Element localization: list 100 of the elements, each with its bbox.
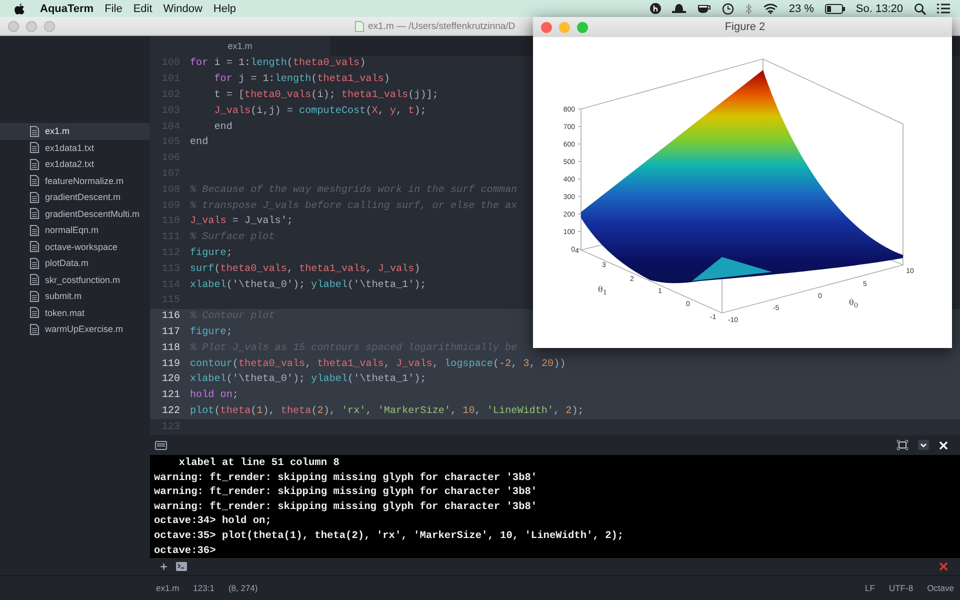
cursor-position[interactable]: 123:1 — [193, 583, 214, 593]
battery-percentage: 23 % — [788, 2, 814, 14]
file-tree-entry[interactable]: ex1.m — [0, 123, 150, 140]
console-line: warning: ft_render: skipping missing glyph for character '3b8' — [154, 472, 538, 486]
line-number: 122 — [160, 406, 181, 417]
line-number: 117 — [160, 326, 181, 338]
file-tree-entry[interactable]: plotData.m — [0, 255, 150, 272]
code-text: % Surface plot — [190, 232, 275, 244]
list-icon[interactable] — [937, 3, 950, 14]
app-name-menu[interactable]: AquaTerm — [40, 2, 94, 14]
axis-label: θ$_{1}$ — [598, 285, 608, 297]
line-number: 120 — [160, 374, 181, 386]
code-text: xlabel('\theta_0'); ylabel('\theta_1'); — [190, 280, 426, 291]
menu-item[interactable]: Window — [163, 2, 202, 14]
selection-count[interactable]: (8, 274) — [228, 583, 258, 593]
file-name: gradientDescent.m — [45, 192, 121, 202]
line-number: 118 — [160, 342, 181, 354]
letter-h-circle-icon[interactable] — [650, 3, 661, 14]
code-text: figure; — [190, 326, 232, 338]
code-text: end — [190, 137, 208, 148]
file-tree-entry[interactable]: gradientDescent.m — [0, 189, 150, 206]
file-name: normalEqn.m — [45, 225, 99, 236]
file-tree-entry[interactable]: normalEqn.m — [0, 222, 150, 238]
battery-icon[interactable] — [824, 4, 845, 14]
console-line: octave:35> plot(theta(1), theta(2), 'rx', 'MarkerSize', 10, 'LineWidth', 2); — [154, 530, 625, 544]
file-icon — [30, 324, 39, 335]
file-name: token.mat — [45, 308, 85, 318]
file-name: skr_costfunction.m — [45, 274, 120, 285]
wifi-icon[interactable] — [762, 3, 778, 14]
file-icon — [30, 307, 39, 318]
code-text: % Because of the way meshgrids work in the surf comman — [190, 184, 518, 196]
menu-item[interactable]: Edit — [133, 2, 152, 14]
apple-logo-icon[interactable] — [14, 2, 25, 14]
file-tree-entry[interactable]: skr_costfunction.m — [0, 272, 150, 288]
line-number: 116 — [160, 311, 181, 322]
menu-item[interactable]: File — [104, 2, 122, 14]
status-file-name[interactable]: ex1.m — [156, 583, 180, 593]
file-tree-entry[interactable]: submit.m — [0, 288, 150, 304]
keyboard-icon[interactable] — [155, 440, 167, 450]
file-name: octave-workspace — [45, 242, 118, 252]
document-icon — [355, 20, 364, 32]
file-icon — [30, 290, 39, 302]
terminal-icon[interactable] — [176, 562, 187, 571]
file-icon — [30, 258, 39, 269]
code-text: figure; — [190, 248, 232, 259]
file-tree-entry[interactable]: octave-workspace — [0, 238, 150, 255]
grammar-selector[interactable]: Octave — [927, 583, 954, 593]
new-terminal-button[interactable]: + — [160, 560, 168, 573]
console-line: octave:34> hold on; — [154, 515, 272, 530]
code-text: J_vals = J_vals'; — [190, 216, 293, 228]
line-number: 119 — [160, 358, 181, 370]
file-icon — [30, 274, 39, 286]
menubar-clock[interactable]: So. 13:20 — [856, 2, 903, 14]
code-text: % transpose J_vals before calling surf, or else the ax — [190, 200, 518, 212]
line-ending[interactable]: LF — [865, 583, 875, 593]
file-icon — [30, 192, 39, 203]
file-tree-entry[interactable]: token.mat — [0, 304, 150, 321]
code-text: plot(theta(1), theta(2), 'rx', 'MarkerSize', 10, 'LineWidth', 2); — [190, 406, 584, 417]
console-line: octave:36> — [154, 544, 217, 559]
file-tree-entry[interactable]: ex1data2.txt — [0, 156, 150, 172]
file-icon — [30, 224, 39, 236]
clock-icon[interactable] — [722, 2, 734, 14]
code-text: for j = 1:length(theta1_vals) — [213, 74, 390, 86]
console-line: xlabel at line 51 column 8 — [178, 457, 340, 471]
file-tree-entry[interactable]: gradientDescentMulti.m — [0, 206, 150, 222]
file-icon — [30, 142, 39, 154]
code-text: J_vals(i,j) = computeCost(X, y, t); — [213, 106, 426, 117]
file-encoding[interactable]: UTF-8 — [888, 583, 914, 593]
editor-tab[interactable]: ex1.m — [150, 36, 330, 56]
hat-icon[interactable] — [672, 3, 686, 14]
axis-label: θ$_{0}$ — [849, 298, 858, 310]
chevron-down-icon[interactable] — [918, 440, 929, 450]
console-line: warning: ft_render: skipping missing glyph for character '3b8' — [154, 500, 538, 515]
code-text: surf(theta0_vals, theta1_vals, J_vals) — [190, 264, 420, 275]
file-icon — [30, 241, 39, 252]
search-icon[interactable] — [914, 2, 926, 14]
file-name: warmUpExercise.m — [45, 324, 124, 334]
code-text: contour(theta0_vals, theta1_vals, J_vals, logspace(-2, 3, 20)) — [190, 358, 566, 370]
menu-item[interactable]: Help — [213, 2, 236, 14]
code-text: xlabel('\theta_0'); ylabel('\theta_1'); — [190, 374, 426, 386]
file-icon — [30, 208, 39, 220]
window-title: Figure 2 — [724, 21, 766, 33]
code-text: end — [213, 122, 232, 133]
file-name: ex1data2.txt — [45, 159, 94, 170]
line-number: 121 — [160, 390, 181, 402]
file-name: ex1data1.txt — [45, 142, 94, 153]
file-name: submit.m — [45, 291, 82, 302]
code-text: for i = 1:length(theta0_vals) — [190, 58, 366, 70]
file-name: gradientDescentMulti.m — [45, 208, 140, 219]
file-tree-entry[interactable]: featureNormalize.m — [0, 172, 150, 189]
bluetooth-icon[interactable] — [744, 2, 752, 14]
file-name: featureNormalize.m — [45, 176, 124, 186]
maximize-icon[interactable] — [897, 440, 908, 450]
code-text: hold on; — [190, 390, 238, 402]
file-tree-entry[interactable]: ex1data1.txt — [0, 140, 150, 156]
window-title: ex1.m — /Users/steffenkrutzinna/D — [368, 20, 516, 32]
file-tree-entry[interactable]: warmUpExercise.m — [0, 321, 150, 338]
file-name: plotData.m — [45, 258, 89, 268]
file-icon — [30, 126, 39, 137]
cup-icon[interactable] — [696, 3, 711, 14]
